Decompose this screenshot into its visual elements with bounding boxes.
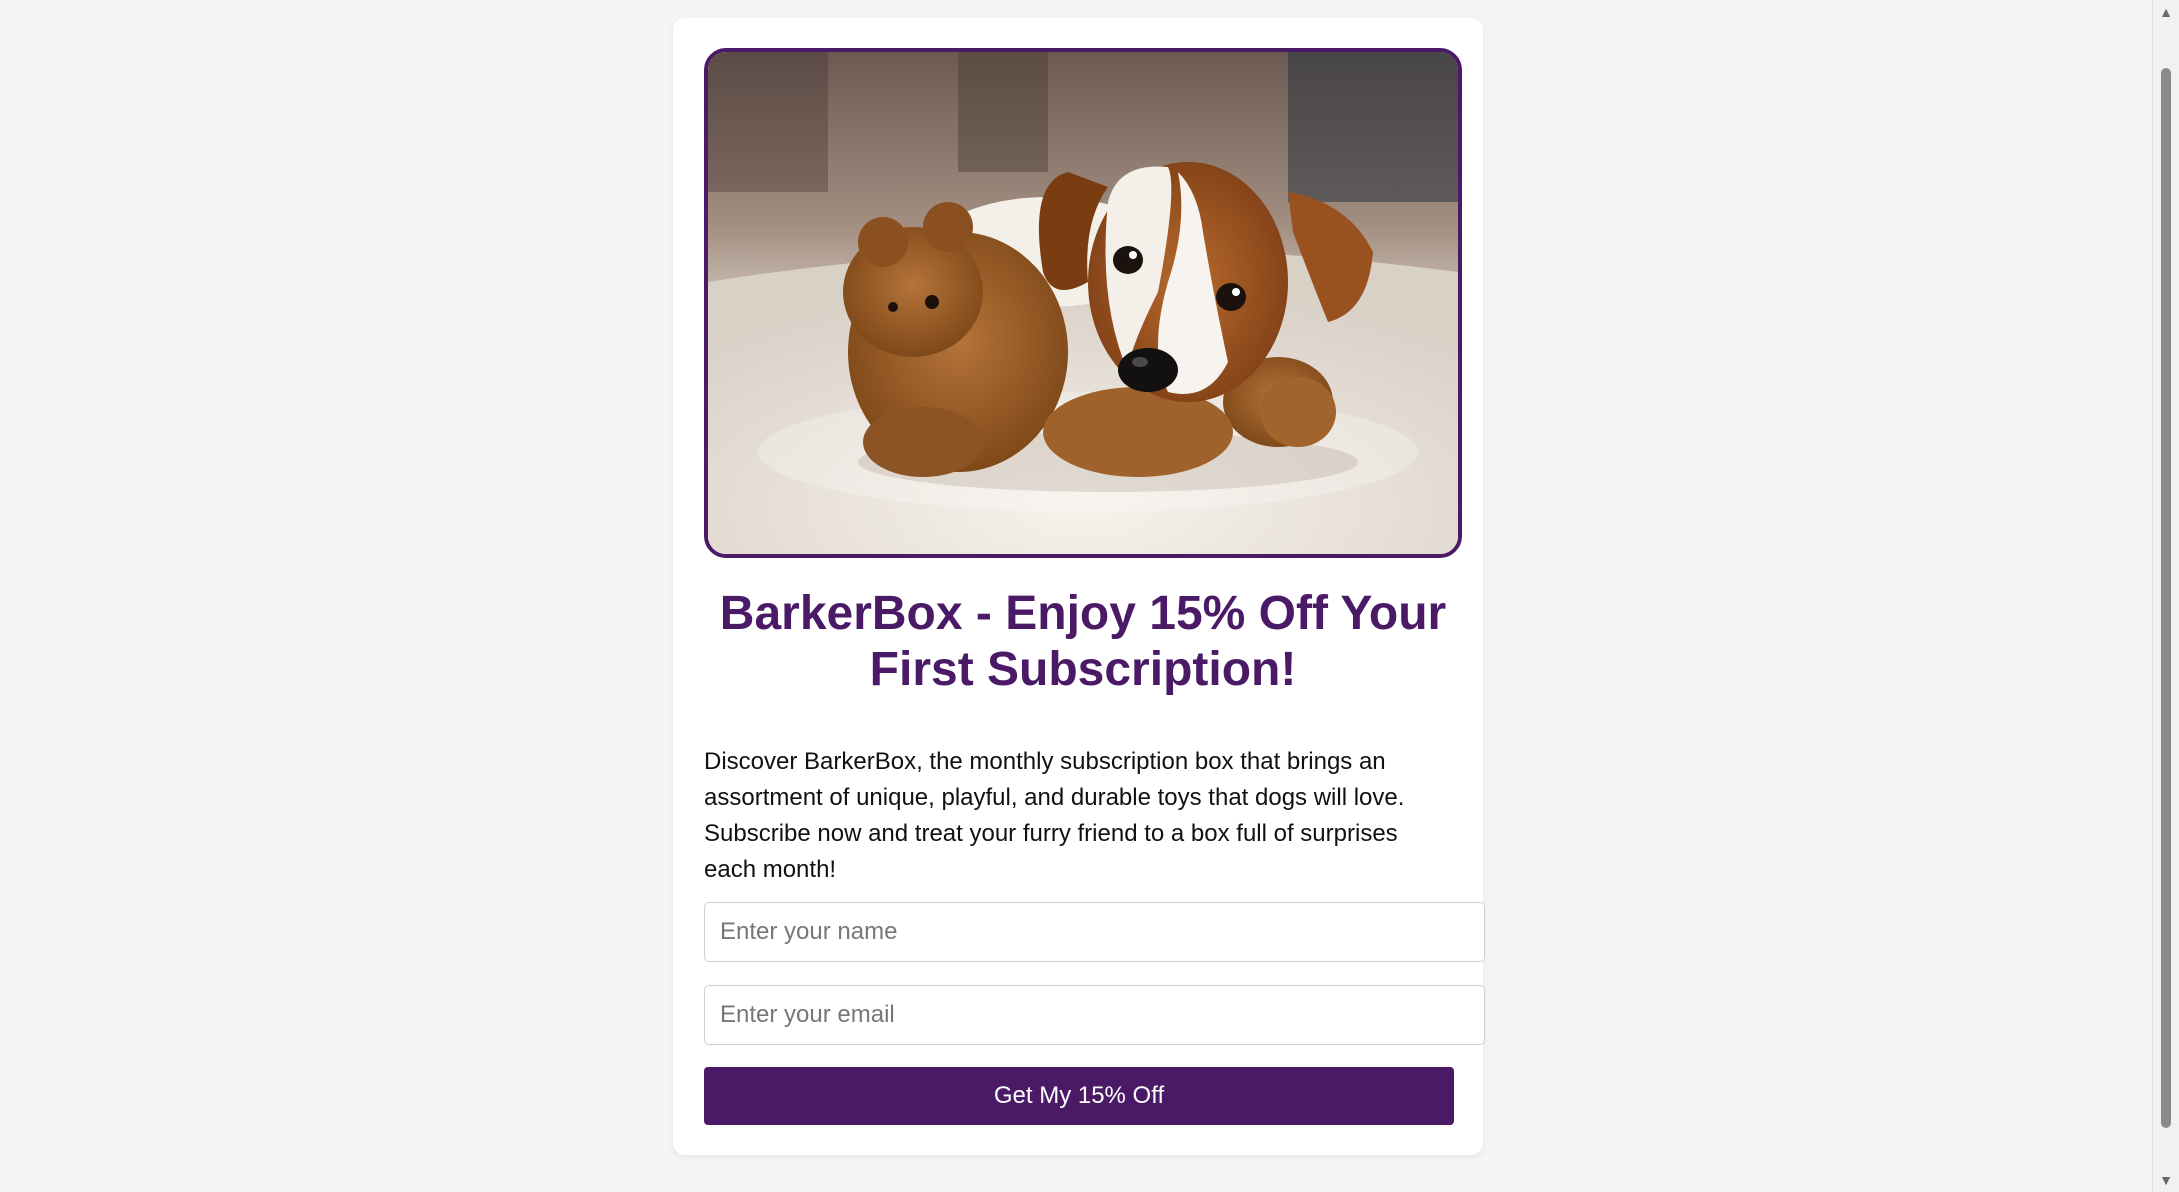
hero-image xyxy=(704,48,1462,558)
name-input[interactable] xyxy=(704,902,1485,962)
submit-button[interactable]: Get My 15% Off xyxy=(704,1067,1454,1125)
chevron-up-icon[interactable]: ▲ xyxy=(2153,2,2179,22)
vertical-scrollbar[interactable]: ▲ ▼ xyxy=(2152,0,2179,1192)
page-title: BarkerBox - Enjoy 15% Off Your First Sub… xyxy=(719,587,1447,696)
signup-card: BarkerBox - Enjoy 15% Off Your First Sub… xyxy=(673,18,1485,1155)
puppy-photo xyxy=(708,52,1458,554)
description-text: Discover BarkerBox, the monthly subscrip… xyxy=(704,748,1405,883)
email-input[interactable] xyxy=(704,985,1485,1045)
scrollbar-thumb[interactable] xyxy=(2161,68,2171,1128)
page-viewport: BarkerBox - Enjoy 15% Off Your First Sub… xyxy=(0,0,2179,1192)
chevron-down-icon[interactable]: ▼ xyxy=(2153,1170,2179,1190)
